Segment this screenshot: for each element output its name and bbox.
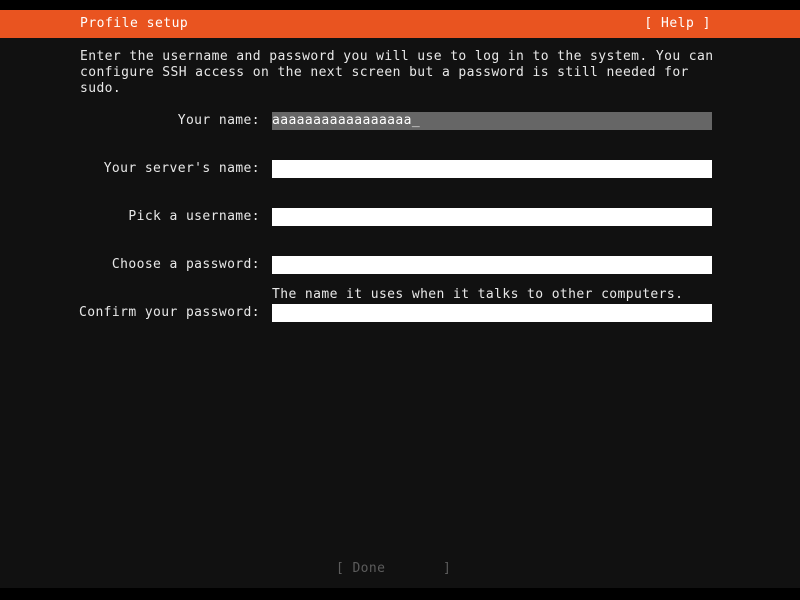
page-title: Profile setup (80, 15, 188, 33)
username-input[interactable] (272, 208, 712, 226)
help-button[interactable]: [ Help ] (644, 15, 711, 33)
confirm-password-label: Confirm your password: (0, 304, 260, 322)
form-row: Choose a password: (0, 256, 800, 274)
bottom-bezel (0, 588, 800, 600)
top-bezel (0, 0, 800, 10)
password-label: Choose a password: (0, 256, 260, 274)
form-row: Your name: aaaaaaaaaaaaaaaaa_ (0, 112, 800, 130)
your-name-value: aaaaaaaaaaaaaaaaa_ (272, 112, 712, 130)
done-button[interactable]: [ Done ] (336, 560, 451, 578)
server-name-label: Your server's name: (0, 160, 260, 178)
intro-text: Enter the username and password you will… (80, 49, 720, 97)
installer-screen: Profile setup [ Help ] Enter the usernam… (0, 0, 800, 600)
your-name-label: Your name: (0, 112, 260, 130)
form-row: Pick a username: (0, 208, 800, 226)
password-input[interactable] (272, 256, 712, 274)
server-name-input[interactable] (272, 160, 712, 178)
form-row: Confirm your password: (0, 304, 800, 322)
username-label: Pick a username: (0, 208, 260, 226)
server-name-hint: The name it uses when it talks to other … (272, 287, 683, 303)
confirm-password-input[interactable] (272, 304, 712, 322)
header-bar: Profile setup [ Help ] (0, 10, 800, 38)
form-row: Your server's name: (0, 160, 800, 178)
your-name-input[interactable]: aaaaaaaaaaaaaaaaa_ (272, 112, 712, 130)
